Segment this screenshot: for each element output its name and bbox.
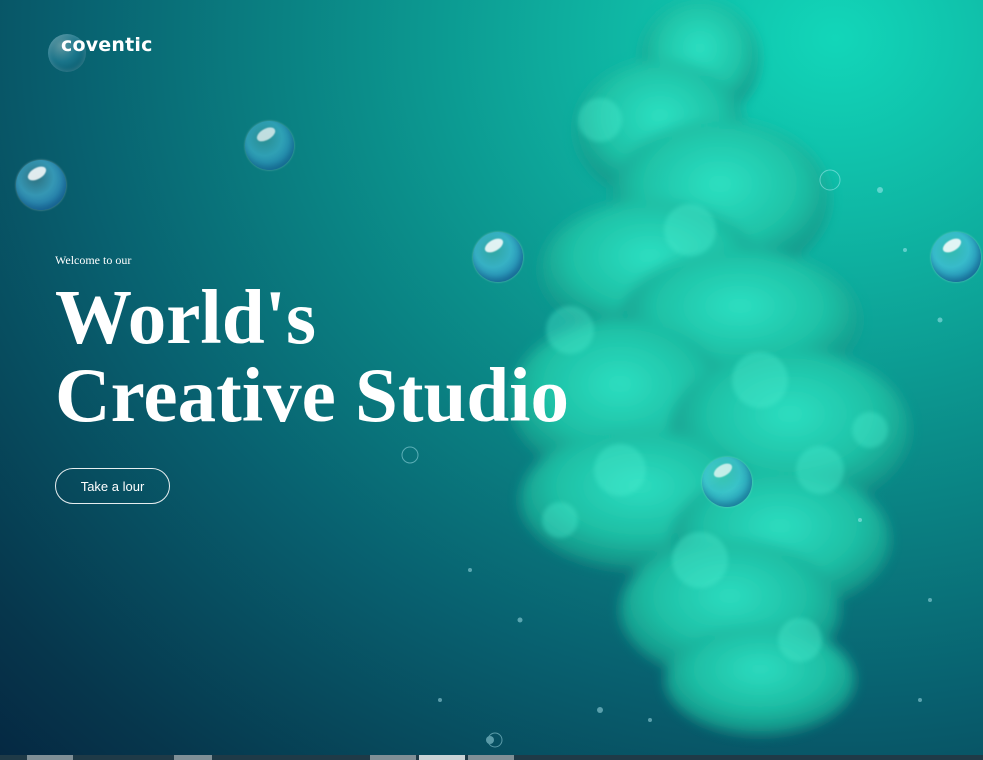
scroll-segment bbox=[370, 755, 416, 760]
take-a-tour-button[interactable]: Take a lour bbox=[55, 468, 170, 504]
welcome-text: Welcome to our bbox=[55, 253, 132, 267]
headline-line-1: World's bbox=[55, 274, 317, 360]
logo-text: coventic bbox=[61, 34, 153, 56]
bubble-decoration bbox=[473, 232, 523, 282]
scroll-segment bbox=[468, 755, 514, 760]
scroll-segment bbox=[174, 755, 212, 760]
scroll-segment bbox=[419, 755, 465, 760]
headline-line-2: Creative Studio bbox=[55, 352, 570, 438]
logo[interactable]: coventic bbox=[48, 34, 153, 72]
bottom-scroll-bar[interactable] bbox=[0, 755, 983, 760]
scroll-segment bbox=[27, 755, 73, 760]
bubble-decoration bbox=[16, 160, 66, 210]
hero-section: coventic Welcome to our World's Creative… bbox=[0, 0, 983, 760]
bubble-decoration bbox=[931, 232, 981, 282]
page-title: World's Creative Studio bbox=[55, 278, 569, 434]
bubble-decoration bbox=[702, 457, 752, 507]
bubble-decoration bbox=[245, 121, 294, 170]
